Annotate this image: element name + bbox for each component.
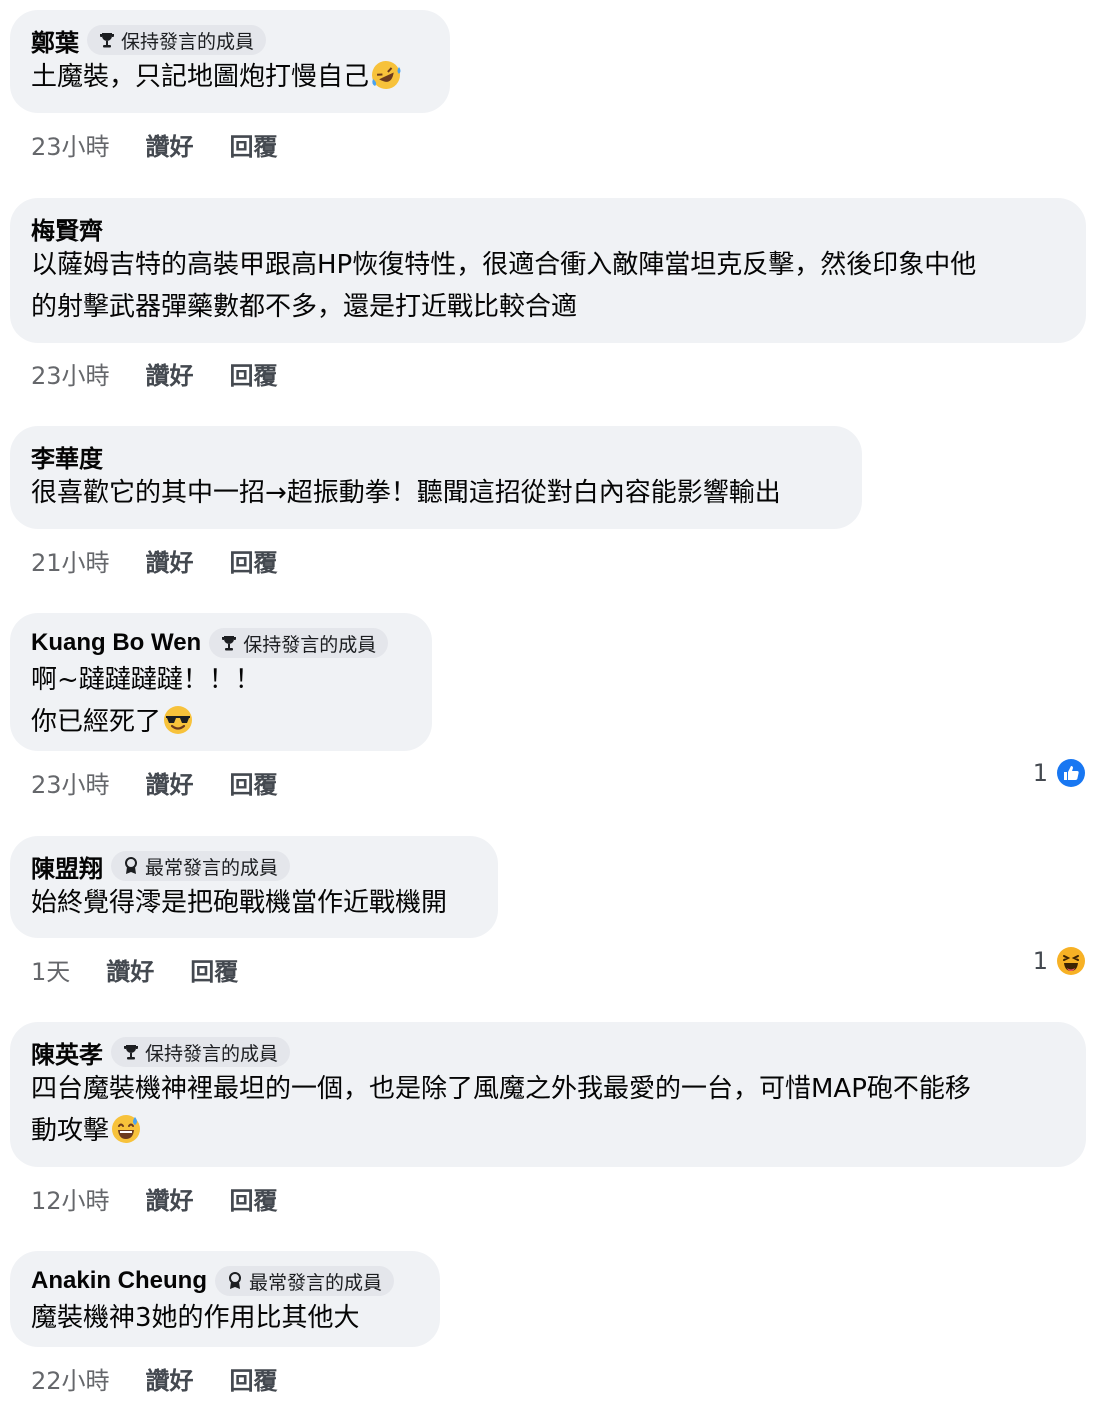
like-button[interactable]: 讚好 [146,356,194,391]
sweat-smile-emoji [110,1113,142,1158]
like-button[interactable]: 讚好 [106,952,154,987]
comment-text: 土魔裝，只記地圖炮打慢自己 [31,56,430,104]
comment-timestamp[interactable]: 23小時 [31,356,110,391]
comment-timestamp[interactable]: 23小時 [31,765,110,800]
like-reaction-icon [1057,759,1085,787]
like-button[interactable]: 讚好 [146,765,194,800]
reply-button[interactable]: 回覆 [230,127,278,162]
reaction-summary[interactable]: 1 [1033,758,1086,788]
reply-button[interactable]: 回覆 [230,765,278,800]
comment-bubble: 鄭葉 保持發言的成員 土魔裝，只記地圖炮打慢自己 [10,10,450,113]
rolling-laughing-emoji [370,59,402,104]
reply-button[interactable]: 回覆 [230,356,278,391]
comment-line: 始終覺得澪是把砲戰機當作近戰機開 [31,888,448,918]
comment-line: 土魔裝，只記地圖炮打慢自己 [31,62,370,92]
comment-line: 啊~躂躂躂躂！！！ [31,665,261,695]
comment-timestamp[interactable]: 1天 [31,952,70,987]
haha-reaction-icon [1057,947,1085,975]
like-button[interactable]: 讚好 [146,543,194,578]
comment-author[interactable]: 梅賢齊 [31,211,103,246]
reply-button[interactable]: 回覆 [230,1181,278,1216]
reply-button[interactable]: 回覆 [230,543,278,578]
comment-author[interactable]: Anakin Cheung [31,1267,207,1295]
sunglasses-emoji [162,704,194,749]
comment-actions: 22小時 讚好 回覆 [31,1360,278,1396]
badge-label: 保持發言的成員 [145,1042,279,1065]
like-button[interactable]: 讚好 [146,1361,194,1396]
reaction-count: 1 [1032,947,1048,975]
comment-timestamp[interactable]: 23小時 [31,127,110,162]
comment-text: 始終覺得澪是把砲戰機當作近戰機開 [31,882,478,924]
comment-bubble: Kuang Bo Wen 保持發言的成員 啊~躂躂躂躂！！！ 你已經死了 [10,613,432,751]
ribbon-icon [125,857,137,874]
comment-actions: 23小時 讚好 回覆 [31,764,278,800]
comment-text: 很喜歡它的其中一招→超振動拳！聽聞這招從對白內容能影響輸出 [31,472,842,514]
reply-button[interactable]: 回覆 [230,1361,278,1396]
comment-text: 魔裝機神3她的作用比其他大 [31,1297,420,1339]
ribbon-icon [229,1272,242,1289]
member-badge: 最常發言的成員 [111,851,291,881]
comment-bubble: 李華度 很喜歡它的其中一招→超振動拳！聽聞這招從對白內容能影響輸出 [10,426,862,529]
comment-actions: 12小時 讚好 回覆 [31,1180,278,1216]
badge-label: 保持發言的成員 [121,30,255,53]
comment-bubble: 陳盟翔 最常發言的成員 始終覺得澪是把砲戰機當作近戰機開 [10,836,498,938]
like-button[interactable]: 讚好 [146,1181,194,1216]
comment-author[interactable]: 陳盟翔 [31,849,103,884]
badge-label: 保持發言的成員 [243,633,377,656]
comment-author[interactable]: 李華度 [31,439,103,474]
trophy-icon [100,33,114,48]
comment-actions: 21小時 讚好 回覆 [31,542,278,578]
comment-timestamp[interactable]: 22小時 [31,1361,110,1396]
reaction-count: 1 [1032,759,1048,787]
like-button[interactable]: 讚好 [146,127,194,162]
comment-line: 你已經死了 [31,707,162,737]
comment-actions: 1天 讚好 回覆 [31,951,238,987]
comment-line: 以薩姆吉特的高裝甲跟高HP恢復特性，很適合衝入敵陣當坦克反擊，然後印象中他 [31,250,977,280]
member-badge: 保持發言的成員 [111,1037,291,1067]
comment-author[interactable]: 鄭葉 [31,23,79,58]
comment-line: 四台魔裝機神裡最坦的一個，也是除了風魔之外我最愛的一台，可惜MAP砲不能移 [31,1074,971,1104]
comment-line: 魔裝機神3她的作用比其他大 [31,1303,360,1333]
member-badge: 保持發言的成員 [87,25,267,55]
badge-label: 最常發言的成員 [145,856,279,879]
comment-bubble: 陳英孝 保持發言的成員 四台魔裝機神裡最坦的一個，也是除了風魔之外我最愛的一台，… [10,1022,1086,1167]
reaction-summary[interactable]: 1 [1033,946,1086,976]
comment-text: 以薩姆吉特的高裝甲跟高HP恢復特性，很適合衝入敵陣當坦克反擊，然後印象中他 的射… [31,244,1066,328]
comment-timestamp[interactable]: 21小時 [31,543,110,578]
badge-label: 最常發言的成員 [249,1271,383,1294]
comment-line: 的射擊武器彈藥數都不多，還是打近戰比較合適 [31,292,578,322]
comment-actions: 23小時 讚好 回覆 [31,126,278,162]
member-badge: 保持發言的成員 [209,628,389,658]
trophy-icon [222,636,237,651]
comment-author[interactable]: Kuang Bo Wen [31,629,201,657]
comment-text: 啊~躂躂躂躂！！！ 你已經死了 [31,659,412,749]
member-badge: 最常發言的成員 [215,1266,395,1296]
comment-bubble: 梅賢齊 以薩姆吉特的高裝甲跟高HP恢復特性，很適合衝入敵陣當坦克反擊，然後印象中… [10,198,1086,343]
comment-author[interactable]: 陳英孝 [31,1035,103,1070]
comment-actions: 23小時 讚好 回覆 [31,355,278,391]
comment-bubble: Anakin Cheung 最常發言的成員 魔裝機神3她的作用比其他大 [10,1251,440,1347]
comment-line: 動攻擊 [31,1116,110,1146]
trophy-icon [124,1045,138,1060]
comment-line: 很喜歡它的其中一招→超振動拳！聽聞這招從對白內容能影響輸出 [31,478,781,508]
comment-timestamp[interactable]: 12小時 [31,1181,110,1216]
comment-text: 四台魔裝機神裡最坦的一個，也是除了風魔之外我最愛的一台，可惜MAP砲不能移 動攻… [31,1068,1066,1158]
reply-button[interactable]: 回覆 [190,952,238,987]
